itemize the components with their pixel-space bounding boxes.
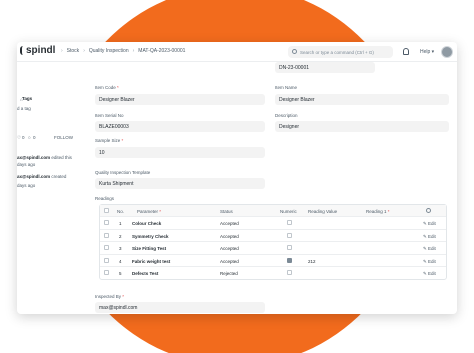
inspected-by-label: Inspected By * bbox=[95, 294, 125, 299]
sample-size-field[interactable]: 10 bbox=[95, 147, 265, 158]
breadcrumb-quality-inspection[interactable]: Quality Inspection bbox=[89, 48, 129, 54]
row-checkbox[interactable] bbox=[104, 232, 109, 238]
add-tag-link[interactable]: d a tag bbox=[17, 106, 31, 111]
item-name-field[interactable]: Designer Blazer bbox=[275, 94, 449, 105]
row-checkbox[interactable] bbox=[104, 257, 109, 263]
activity-item: ax@spindl.com edited this bbox=[17, 155, 72, 160]
edit-button[interactable]: ✎ Edit bbox=[423, 234, 436, 240]
item-code-label: Item Code * bbox=[95, 85, 119, 90]
gear-icon[interactable] bbox=[426, 208, 431, 213]
tags-label: Tags bbox=[22, 96, 33, 101]
table-row[interactable]: 2 Symmetry Check Accepted ✎ Edit bbox=[100, 230, 446, 243]
main-form: DN-23-00001 Item Code * Designer Blazer … bbox=[95, 62, 457, 314]
edit-button[interactable]: ✎ Edit bbox=[423, 221, 436, 227]
breadcrumb-document[interactable]: MAT-QA-2023-00001 bbox=[138, 48, 185, 54]
description-field[interactable]: Designer bbox=[275, 121, 449, 132]
like-count: 0 bbox=[22, 135, 25, 140]
edit-button[interactable]: ✎ Edit bbox=[423, 246, 436, 252]
numeric-checkbox[interactable] bbox=[287, 245, 292, 251]
inspected-by-field[interactable]: max@spindl.com bbox=[95, 302, 265, 313]
breadcrumb: › Stock › Quality Inspection › MAT-QA-20… bbox=[61, 48, 186, 54]
item-code-field[interactable]: Designer Blazer bbox=[95, 94, 265, 105]
search-input[interactable]: Search or type a command (Ctrl + G) bbox=[288, 46, 393, 58]
readings-table: No. Parameter * Status Numeric Reading V… bbox=[99, 204, 447, 281]
edit-button[interactable]: ✎ Edit bbox=[423, 259, 436, 265]
table-row[interactable]: 5 Defects Test Rejected ✎ Edit bbox=[100, 267, 446, 279]
numeric-checkbox[interactable] bbox=[287, 232, 292, 238]
qi-template-label: Quality Inspection Template bbox=[95, 170, 151, 175]
numeric-checkbox[interactable] bbox=[287, 220, 292, 226]
bell-icon[interactable] bbox=[403, 48, 409, 55]
activity-time: days ago bbox=[17, 162, 36, 167]
comment-count: 0 bbox=[33, 135, 36, 140]
avatar[interactable] bbox=[441, 46, 453, 58]
table-row[interactable]: 4 Fabric weight test Accepted 212 ✎ Edit bbox=[100, 255, 446, 267]
navbar: spindl › Stock › Quality Inspection › MA… bbox=[17, 42, 457, 62]
item-serial-label: Item Serial No bbox=[95, 113, 124, 118]
select-all-checkbox[interactable] bbox=[104, 208, 109, 213]
help-menu[interactable]: Help ▾ bbox=[420, 49, 434, 55]
brand-logo[interactable]: spindl bbox=[20, 45, 55, 56]
activity-item: ax@spindl.com created bbox=[17, 174, 67, 179]
qi-template-field[interactable]: Kurta Shipment bbox=[95, 178, 265, 189]
item-name-label: Item Name bbox=[275, 85, 298, 90]
sidebar: ⌂ Tags d a tag ♡ 0 ○ 0 FOLLOW ax@spindl.… bbox=[17, 62, 85, 314]
table-row[interactable]: 3 Size Fitting Test Accepted ✎ Edit bbox=[100, 242, 446, 255]
sample-size-label: Sample Size * bbox=[95, 138, 124, 143]
edit-button[interactable]: ✎ Edit bbox=[423, 271, 436, 277]
like-icon[interactable]: ♡ bbox=[17, 135, 21, 141]
numeric-checkbox[interactable] bbox=[287, 257, 292, 263]
breadcrumb-stock[interactable]: Stock bbox=[67, 48, 80, 54]
app-window: spindl › Stock › Quality Inspection › MA… bbox=[17, 42, 457, 314]
logo-icon bbox=[20, 46, 25, 55]
description-label: Description bbox=[275, 113, 298, 118]
row-checkbox[interactable] bbox=[104, 269, 109, 275]
activity-time: days ago bbox=[17, 183, 36, 188]
row-checkbox[interactable] bbox=[104, 220, 109, 226]
item-serial-field[interactable]: BLAZE00003 bbox=[95, 121, 265, 132]
numeric-checkbox[interactable] bbox=[287, 269, 292, 275]
search-icon bbox=[292, 49, 297, 54]
row-checkbox[interactable] bbox=[104, 245, 109, 251]
readings-label: Readings bbox=[95, 196, 115, 201]
table-row[interactable]: 1 Colour Check Accepted ✎ Edit bbox=[100, 217, 446, 230]
follow-button[interactable]: FOLLOW bbox=[54, 135, 73, 140]
table-header: No. Parameter * Status Numeric Reading V… bbox=[100, 205, 446, 218]
comment-icon[interactable]: ○ bbox=[28, 135, 31, 140]
top-right-field[interactable]: DN-23-00001 bbox=[275, 62, 375, 73]
